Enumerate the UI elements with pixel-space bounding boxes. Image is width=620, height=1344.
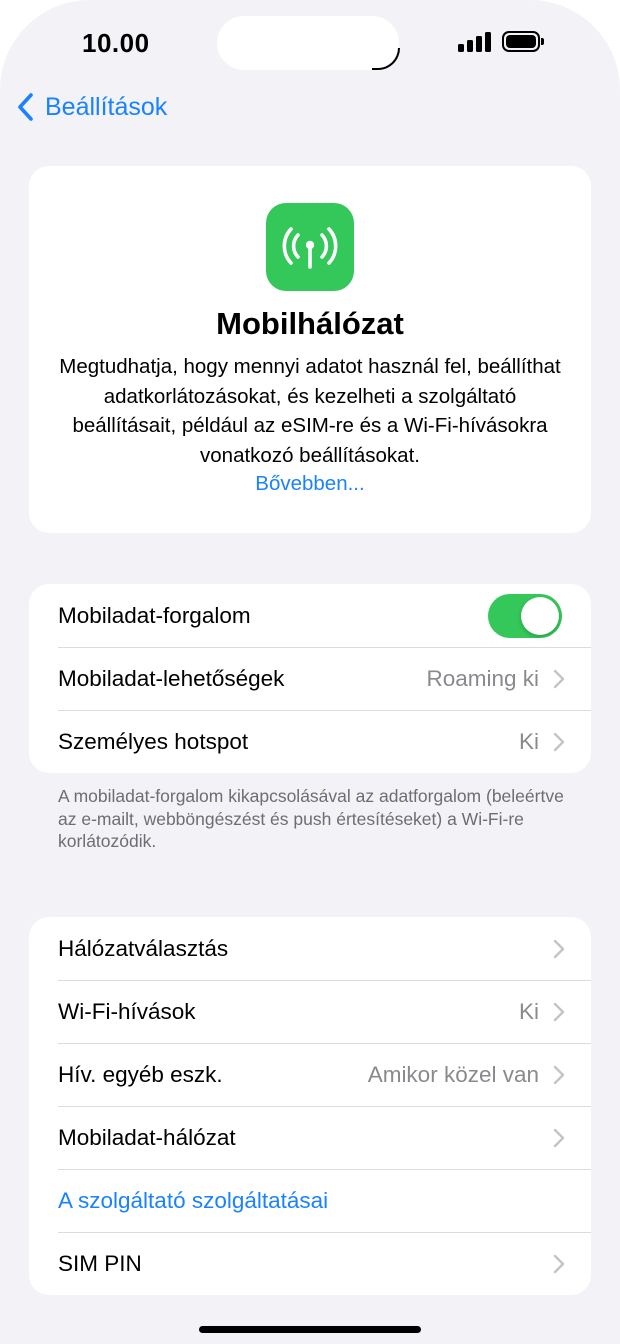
- chevron-right-icon: [553, 1065, 565, 1084]
- row-label: Személyes hotspot: [58, 728, 249, 754]
- back-label: Beállítások: [45, 92, 168, 121]
- row-label: Hálózatválasztás: [58, 935, 229, 961]
- network-settings-group: Hálózatválasztás Wi-Fi-hívások Ki Hív. e…: [29, 917, 591, 1295]
- row-label: Hív. egyéb eszk.: [58, 1061, 223, 1087]
- row-label: Mobiladat-forgalom: [58, 602, 251, 628]
- row-carrier-services[interactable]: A szolgáltató szolgáltatásai: [29, 1169, 591, 1232]
- island-edge: [372, 48, 400, 70]
- back-button[interactable]: Beállítások: [16, 92, 167, 122]
- cellular-data-toggle[interactable]: [488, 593, 562, 638]
- page-title: Mobilhálózat: [216, 306, 404, 341]
- row-label: Mobiladat-hálózat: [58, 1124, 236, 1150]
- chevron-right-icon: [553, 1128, 565, 1147]
- cellular-signal-icon: [458, 32, 492, 52]
- home-indicator[interactable]: [199, 1326, 421, 1333]
- chevron-right-icon: [553, 669, 565, 688]
- cellular-data-group: Mobiladat-forgalom Mobiladat-lehetőségek…: [29, 584, 591, 773]
- row-label: Wi-Fi-hívások: [58, 998, 196, 1024]
- chevron-right-icon: [553, 939, 565, 958]
- status-time: 10.00: [82, 28, 150, 58]
- row-cellular-data[interactable]: Mobiladat-forgalom: [29, 584, 591, 647]
- battery-icon: [502, 31, 544, 52]
- row-label: Mobiladat-lehetőségek: [58, 665, 285, 691]
- row-network-selection[interactable]: Hálózatválasztás: [29, 917, 591, 980]
- toggle-knob: [521, 596, 559, 635]
- header-description: Megtudhatja, hogy mennyi adatot használ …: [59, 355, 561, 467]
- group-footer-note: A mobiladat-forgalom kikapcsolásával az …: [58, 786, 564, 851]
- row-label: SIM PIN: [58, 1250, 142, 1276]
- row-value: Amikor közel van: [367, 1061, 539, 1087]
- carrier-services-link: A szolgáltató szolgáltatásai: [58, 1187, 329, 1213]
- row-value: Roaming ki: [426, 665, 539, 691]
- row-personal-hotspot[interactable]: Személyes hotspot Ki: [29, 710, 591, 773]
- row-cellular-data-options[interactable]: Mobiladat-lehetőségek Roaming ki: [29, 647, 591, 710]
- chevron-right-icon: [553, 1254, 565, 1273]
- row-wifi-calling[interactable]: Wi-Fi-hívások Ki: [29, 980, 591, 1043]
- row-value: Ki: [518, 998, 539, 1024]
- chevron-right-icon: [553, 732, 565, 751]
- header-card: Mobilhálózat Megtudhatja, hogy mennyi ad…: [29, 166, 591, 533]
- learn-more-link[interactable]: Bővebben...: [29, 472, 591, 496]
- row-value: Ki: [518, 728, 539, 754]
- antenna-radiowaves-icon: [266, 203, 354, 291]
- chevron-right-icon: [553, 1002, 565, 1021]
- row-cellular-data-network[interactable]: Mobiladat-hálózat: [29, 1106, 591, 1169]
- chevron-left-icon: [18, 93, 33, 121]
- phone-screen: 10.00 Beállítások Mobilhálózat Megtudhat…: [0, 0, 620, 1344]
- row-sim-pin[interactable]: SIM PIN: [29, 1232, 591, 1295]
- row-calls-other-devices[interactable]: Hív. egyéb eszk. Amikor közel van: [29, 1043, 591, 1106]
